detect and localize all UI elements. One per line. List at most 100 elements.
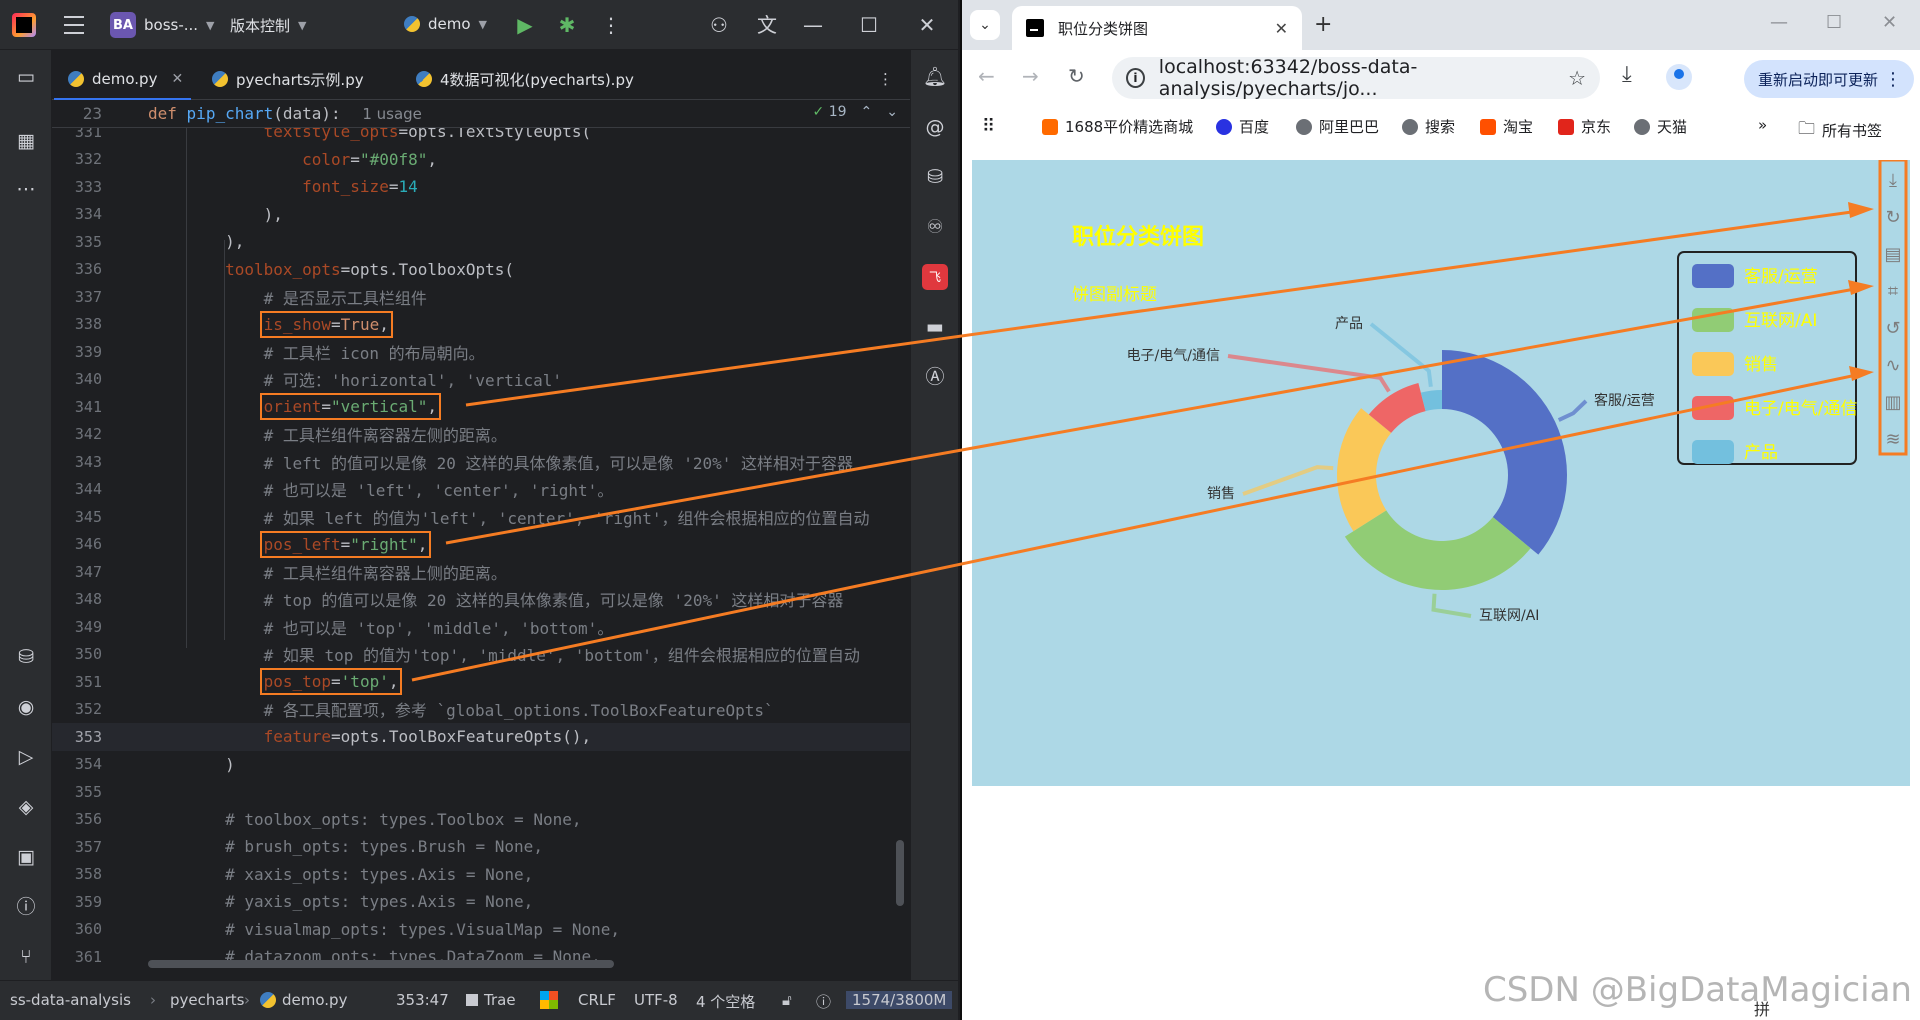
close-icon[interactable]: ✕ bbox=[914, 12, 940, 38]
feishu-icon[interactable]: 飞 bbox=[922, 264, 948, 290]
code-line[interactable]: 343 # left 的值可以是像 20 这样的具体像素值，可以是像 '20%'… bbox=[52, 448, 910, 476]
warning-icon[interactable]: ⓘ bbox=[816, 991, 831, 1012]
chevron-up-icon[interactable]: ⌃ bbox=[861, 104, 873, 120]
code-line[interactable]: 336 toolbox_opts=opts.ToolboxOpts( bbox=[52, 256, 910, 284]
add-user-icon[interactable]: ⚇ bbox=[706, 12, 732, 38]
structure-icon[interactable]: ▦ bbox=[13, 128, 39, 154]
run-config-selector[interactable]: demo ▼ bbox=[404, 15, 487, 33]
layers-icon[interactable]: ◈ bbox=[13, 794, 39, 820]
panel-icon[interactable]: ▬ bbox=[922, 314, 948, 340]
zoom-reset-icon[interactable]: ↺ bbox=[1885, 318, 1900, 339]
code-line[interactable]: 350 # 如果 top 的值为'top', 'middle', 'bottom… bbox=[52, 641, 910, 669]
close-window-icon[interactable]: ✕ bbox=[1882, 12, 1897, 33]
legend-swatch[interactable] bbox=[1692, 308, 1734, 332]
code-line[interactable]: 344 # 也可以是 'left', 'center', 'right'。 bbox=[52, 476, 910, 504]
tab-demo-py[interactable]: demo.py ✕ bbox=[53, 58, 192, 101]
horizontal-scrollbar[interactable] bbox=[148, 960, 614, 968]
tab-pyecharts-example[interactable]: pyecharts示例.py bbox=[212, 58, 364, 100]
code-line[interactable]: 340 # 可选：'horizontal', 'vertical' bbox=[52, 366, 910, 394]
close-tab-icon[interactable]: ✕ bbox=[171, 71, 183, 87]
bookmark-star-icon[interactable]: ☆ bbox=[1568, 66, 1586, 90]
vertical-scrollbar[interactable] bbox=[896, 840, 904, 906]
sticky-scope-line[interactable]: 23 def pip_chart(data): 1 usage ✓ 19 ⌃ ⌄ bbox=[52, 100, 910, 128]
code-line[interactable]: 358 # xaxis_opts: types.Axis = None, bbox=[52, 861, 910, 889]
back-icon[interactable]: ← bbox=[978, 64, 995, 88]
forward-icon[interactable]: → bbox=[1022, 64, 1039, 88]
save-image-icon[interactable]: ⤓ bbox=[1889, 170, 1897, 191]
minimize-icon[interactable]: — bbox=[800, 12, 826, 38]
plugin-status[interactable]: Trae bbox=[466, 991, 516, 1009]
tab-options-icon[interactable]: ⋮ bbox=[878, 58, 893, 100]
code-line[interactable]: 338 is_show=True, bbox=[52, 310, 910, 339]
line-chart-icon[interactable]: ∿ bbox=[1885, 355, 1900, 376]
services-icon[interactable]: ◉ bbox=[13, 694, 39, 720]
notifications-icon[interactable]: 🔔︎ bbox=[922, 64, 948, 90]
status-file[interactable]: demo.py bbox=[260, 991, 347, 1009]
project-folder-icon[interactable]: ▭ bbox=[13, 64, 39, 90]
status-folder[interactable]: pyecharts bbox=[170, 991, 244, 1009]
update-button[interactable]: 重新启动即可更新 ⋮ bbox=[1744, 60, 1914, 98]
bookmark-1688[interactable]: 1688平价精选商城 bbox=[1042, 116, 1193, 137]
usage-hint[interactable]: 1 usage bbox=[362, 105, 422, 123]
code-line[interactable]: 345 # 如果 left 的值为'left', 'center', 'righ… bbox=[52, 503, 910, 531]
bookmark-tmall[interactable]: 天猫 bbox=[1634, 116, 1687, 137]
code-line[interactable]: 335 ), bbox=[52, 228, 910, 256]
problems-icon[interactable]: ⓘ bbox=[13, 894, 39, 920]
more-tools-icon[interactable]: ⋯ bbox=[13, 176, 39, 202]
main-menu-icon[interactable] bbox=[64, 16, 84, 34]
zoom-icon[interactable]: ⌗ bbox=[1888, 281, 1898, 302]
bookmark-search[interactable]: 搜索 bbox=[1402, 116, 1455, 137]
stack-icon[interactable]: ≋ bbox=[1885, 429, 1900, 450]
code-editor[interactable]: 23 def pip_chart(data): 1 usage ✓ 19 ⌃ ⌄… bbox=[52, 100, 910, 970]
database-icon[interactable]: ⛁ bbox=[922, 164, 948, 190]
lock-icon[interactable]: 🔓︎ bbox=[782, 991, 792, 1009]
inspection-widget[interactable]: ✓ 19 ⌃ ⌄ bbox=[813, 104, 898, 120]
code-line[interactable]: 346 pos_left="right", bbox=[52, 530, 910, 559]
code-line[interactable]: 347 # 工具栏组件离容器上侧的距离。 bbox=[52, 558, 910, 586]
bar-chart-icon[interactable]: ▥ bbox=[1884, 392, 1901, 413]
terminal-icon[interactable]: ▣ bbox=[13, 844, 39, 870]
reload-icon[interactable]: ↻ bbox=[1068, 64, 1085, 88]
legend-swatch[interactable] bbox=[1692, 396, 1734, 420]
chevron-down-icon[interactable]: ⌄ bbox=[886, 104, 898, 120]
indent-setting[interactable]: 4 个空格 bbox=[696, 991, 755, 1012]
pie-slice[interactable] bbox=[1442, 350, 1567, 555]
browser-tab[interactable]: 职位分类饼图 ✕ bbox=[1012, 6, 1302, 50]
code-line[interactable]: 332 color="#00f8", bbox=[52, 146, 910, 174]
git-icon[interactable]: ⑂ bbox=[13, 944, 39, 970]
code-line[interactable]: 357 # brush_opts: types.Brush = None, bbox=[52, 833, 910, 861]
minimize-icon[interactable]: — bbox=[1770, 12, 1788, 33]
code-line[interactable]: 356 # toolbox_opts: types.Toolbox = None… bbox=[52, 806, 910, 834]
code-line[interactable]: 348 # top 的值可以是像 20 这样的具体像素值，可以是像 '20%' … bbox=[52, 586, 910, 614]
address-bar[interactable]: i localhost:63342/boss-data-analysis/pye… bbox=[1112, 56, 1600, 100]
cursor-position[interactable]: 353:47 bbox=[396, 991, 449, 1009]
code-line[interactable]: 341 orient="vertical", bbox=[52, 393, 910, 421]
file-encoding[interactable]: UTF-8 bbox=[634, 991, 678, 1009]
run-tool-icon[interactable]: ▷ bbox=[13, 744, 39, 770]
legend-swatch[interactable] bbox=[1692, 352, 1734, 376]
code-line[interactable]: 333 font_size=14 bbox=[52, 173, 910, 201]
ai-assistant-icon[interactable]: @ bbox=[922, 114, 948, 140]
python-console-icon[interactable]: ♾ bbox=[922, 214, 948, 240]
bookmark-baidu[interactable]: 百度 bbox=[1216, 116, 1269, 137]
legend-swatch[interactable] bbox=[1692, 440, 1734, 464]
maximize-icon[interactable]: ☐ bbox=[1826, 12, 1842, 33]
bookmark-jd[interactable]: 京东 bbox=[1558, 116, 1611, 137]
new-tab-icon[interactable]: + bbox=[1314, 12, 1332, 37]
code-line[interactable]: 354 ) bbox=[52, 751, 910, 779]
bookmark-alibaba[interactable]: 阿里巴巴 bbox=[1296, 116, 1379, 137]
line-separator[interactable]: CRLF bbox=[578, 991, 616, 1009]
ide-logo-icon[interactable] bbox=[12, 13, 36, 37]
status-project[interactable]: ss-data-analysis bbox=[10, 991, 131, 1009]
code-line[interactable]: 334 ), bbox=[52, 201, 910, 229]
docs-icon[interactable]: Ⓐ bbox=[922, 364, 948, 390]
code-line[interactable]: 337 # 是否显示工具栏组件 bbox=[52, 283, 910, 311]
code-line[interactable]: 352 # 各工具配置项，参考 `global_options.ToolBoxF… bbox=[52, 696, 910, 724]
code-line[interactable]: 360 # visualmap_opts: types.VisualMap = … bbox=[52, 916, 910, 944]
site-info-icon[interactable]: i bbox=[1126, 68, 1145, 88]
restore-icon[interactable]: ↻ bbox=[1885, 207, 1900, 228]
code-line[interactable]: 353 feature=opts.ToolBoxFeatureOpts(), bbox=[52, 723, 910, 751]
debug-icon[interactable]: ✱ bbox=[554, 12, 580, 38]
code-line[interactable]: 351 pos_top='top', bbox=[52, 668, 910, 696]
project-selector[interactable]: BA boss-... ▼ bbox=[110, 12, 215, 38]
